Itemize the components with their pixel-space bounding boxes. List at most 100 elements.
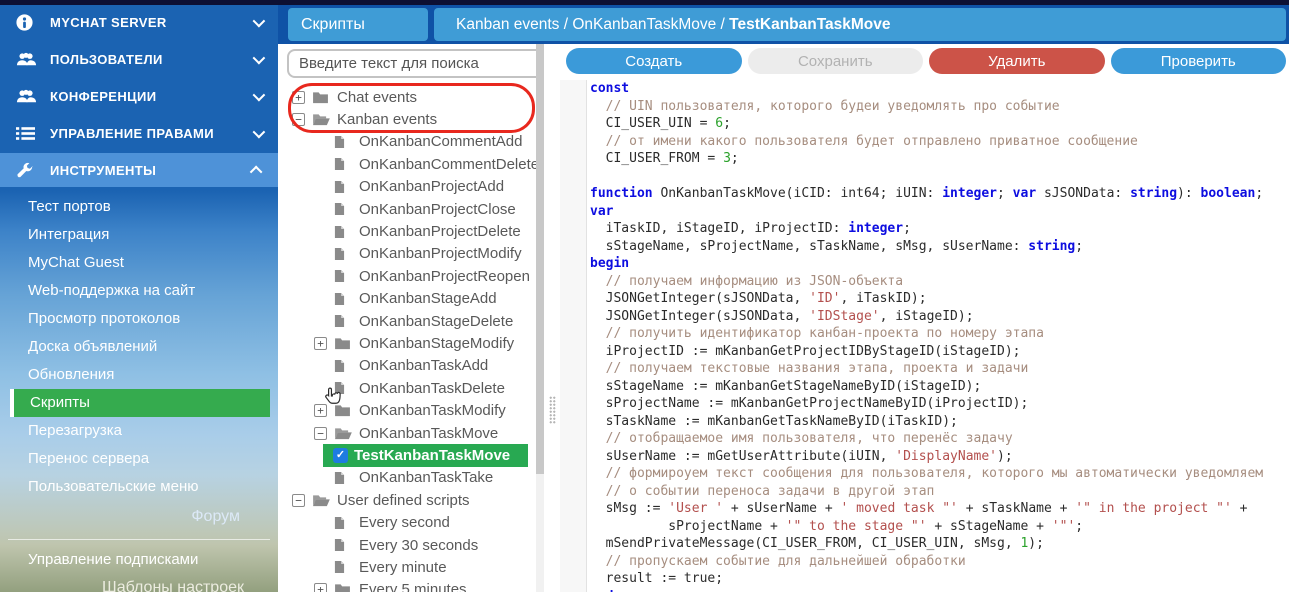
tree-item-onkanbanprojectadd[interactable]: OnKanbanProjectAdd [278,176,536,198]
plus-box-icon[interactable]: + [314,337,327,350]
code-editor[interactable]: 1const2 // UIN пользователя, которого бу… [560,80,1289,592]
sidebar-item-mychat-guest[interactable]: MyChat Guest [0,249,278,277]
chevron-down-icon [253,88,266,101]
tree-item-every-30-seconds[interactable]: Every 30 seconds [278,534,536,556]
sidebar-item-управление-подписками[interactable]: Управление подписками [0,546,278,573]
file-icon [334,291,352,306]
sidebar-item-шаблоны-настроек[interactable]: Шаблоны настроек [0,573,278,592]
tree-item-every-minute[interactable]: Every minute [278,556,536,578]
tree-item-onkanbanstageadd[interactable]: OnKanbanStageAdd [278,288,536,310]
code-token: CI_USER_UIN = [590,116,715,131]
info-icon [16,13,38,31]
code-line-content: sMsg := 'User ' + sUserName + ' moved ta… [583,501,1248,516]
code-token: // UIN пользователя, которого будеи увед… [590,99,1060,114]
tree-scrollbar[interactable] [536,44,544,592]
tree-item-label: OnKanbanCommentAdd [359,133,522,150]
code-line-content: iTaskID, iStageID, iProjectID: integer; [583,221,911,236]
tree-item-onkanbantaskdelete[interactable]: OnKanbanTaskDelete [278,377,536,399]
удалить-button[interactable]: Удалить [929,48,1105,74]
scripts-tree-panel: +Chat events−Kanban events OnKanbanCommen… [278,44,560,592]
sidebar-section-mychat-server[interactable]: MYCHAT SERVER [0,5,278,39]
file-icon [334,515,352,530]
code-line: 2 // UIN пользователя, которого будеи ув… [560,98,1289,116]
sidebar-item-доска-объявлений[interactable]: Доска объявлений [0,333,278,361]
tree-item-onkanbantaskmodify[interactable]: +OnKanbanTaskModify [278,399,536,421]
code-line: 21 // отобращаемое имя пользователя, что… [560,430,1289,448]
tree-item-label: OnKanbanTaskDelete [359,380,505,397]
code-token: function [590,186,653,201]
tree-item-label: OnKanbanProjectModify [359,245,522,262]
tree-item-onkanbantasktake[interactable]: OnKanbanTaskTake [278,467,536,489]
tree-item-onkanbantaskadd[interactable]: OnKanbanTaskAdd [278,355,536,377]
sidebar-item-пользовательские-меню[interactable]: Пользовательские меню [0,473,278,501]
plus-box-icon[interactable]: + [292,91,305,104]
code-token: var [1013,186,1036,201]
sidebar-item-просмотр-протоколов[interactable]: Просмотр протоколов [0,305,278,333]
tree-item-onkanbanstagemodify[interactable]: +OnKanbanStageModify [278,332,536,354]
tree-item-every-5-minutes[interactable]: +Every 5 minutes [278,579,536,592]
tree-item-label: OnKanbanTaskAdd [359,357,488,374]
sidebar-item-тест-портов[interactable]: Тест портов [0,193,278,221]
sidebar-item-форум[interactable]: Форум [0,501,278,533]
sidebar-section-label: MYCHAT SERVER [50,15,253,30]
tab-scripts[interactable]: Скрипты [288,8,428,41]
tree-item-onkanbancommentdelete[interactable]: OnKanbanCommentDelete [278,153,536,175]
sidebar-item-перезагрузка[interactable]: Перезагрузка [0,417,278,445]
code-token: ); [1028,536,1044,551]
folder-icon [334,403,352,418]
minus-box-icon[interactable]: − [314,427,327,440]
code-token: ; [903,221,911,236]
code-token: sTaskName := mKanbanGetTaskNameByID(iTas… [590,414,958,429]
code-token: ; [731,151,739,166]
breadcrumb-current: TestKanbanTaskMove [729,16,890,33]
code-line: 6 [560,168,1289,186]
sidebar-section-пользователи[interactable]: ПОЛЬЗОВАТЕЛИ [0,42,278,76]
tree-item-onkanbantaskmove[interactable]: −OnKanbanTaskMove [278,422,536,444]
folder-open-icon [312,112,330,127]
sidebar-item-интеграция[interactable]: Интеграция [0,221,278,249]
sidebar-section-конференции[interactable]: КОНФЕРЕНЦИИ [0,79,278,113]
minus-box-icon[interactable]: − [292,494,305,507]
code-token: , iStageID); [880,309,974,324]
tree-item-user-defined-scripts[interactable]: −User defined scripts [278,489,536,511]
checkbox-checked-icon[interactable]: ✓ [333,448,348,463]
sidebar-item-перенос-сервера[interactable]: Перенос сервера [0,445,278,473]
tree-scrollbar-thumb[interactable] [536,44,544,474]
line-number-gutter [560,80,587,592]
file-icon [334,269,352,284]
code-token: + sTaskName + [958,501,1075,516]
code-token: 3 [723,151,731,166]
tree-item-label: Every 30 seconds [359,537,478,554]
tree-item-onkanbanprojectmodify[interactable]: OnKanbanProjectModify [278,243,536,265]
code-token: CI_USER_FROM = [590,151,723,166]
file-icon [334,134,352,149]
tree-item-chat-events[interactable]: +Chat events [278,86,536,108]
code-line: 26 sProjectName + '" to the stage "' + s… [560,518,1289,536]
code-token: JSONGetInteger(sJSONData, [590,291,809,306]
проверить-button[interactable]: Проверить [1111,48,1287,74]
tree-item-kanban-events[interactable]: −Kanban events [278,108,536,130]
plus-box-icon[interactable]: + [314,404,327,417]
sidebar-item-скрипты[interactable]: Скрипты [10,389,270,417]
sidebar-item-обновления[interactable]: Обновления [0,361,278,389]
minus-box-icon[interactable]: − [292,113,305,126]
splitter-grip-icon[interactable] [549,396,556,424]
search-input[interactable] [287,49,552,78]
создать-button[interactable]: Создать [566,48,742,74]
panel-splitter[interactable] [544,44,560,592]
tree-item-every-second[interactable]: Every second [278,511,536,533]
code-line-content: CI_USER_UIN = 6; [583,116,731,131]
tree-item-onkanbancommentadd[interactable]: OnKanbanCommentAdd [278,131,536,153]
tree-item-onkanbanprojectclose[interactable]: OnKanbanProjectClose [278,198,536,220]
sidebar-section-инструменты[interactable]: ИНСТРУМЕНТЫ [0,153,278,187]
tree-item-testkanbantaskmove[interactable]: ✓TestKanbanTaskMove [323,444,528,466]
tree-item-onkanbanprojectdelete[interactable]: OnKanbanProjectDelete [278,220,536,242]
code-token: ; [723,116,731,131]
tree-item-onkanbanstagedelete[interactable]: OnKanbanStageDelete [278,310,536,332]
code-token: ; [1075,519,1083,534]
sidebar-item-web-поддержка-на-сайт[interactable]: Web-поддержка на сайт [0,277,278,305]
tree-item-onkanbanprojectreopen[interactable]: OnKanbanProjectReopen [278,265,536,287]
sidebar-section-управление-правами[interactable]: УПРАВЛЕНИЕ ПРАВАМИ [0,116,278,150]
plus-box-icon[interactable]: + [314,583,327,592]
code-token: OnKanbanTaskMove(iCID: int64; iUIN: [653,186,943,201]
